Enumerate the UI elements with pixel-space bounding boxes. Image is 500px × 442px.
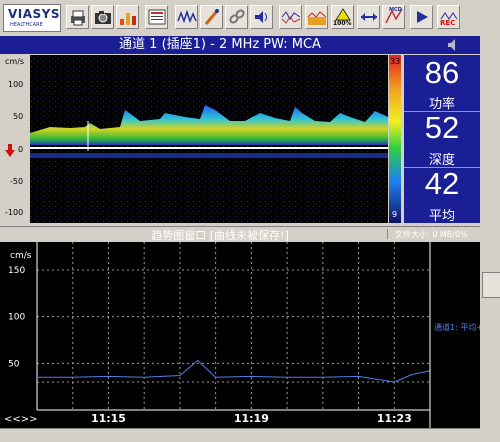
rec-button[interactable]: REC (437, 5, 460, 29)
right-scroll-strip[interactable] (480, 36, 500, 441)
scroll-thumb[interactable] (482, 272, 500, 298)
envelope-button[interactable] (279, 5, 302, 29)
trend-x-tick-label: 11:19 (234, 412, 269, 425)
mcd-button[interactable]: MCD (382, 5, 405, 29)
scale-bottom-label: 9 (392, 210, 398, 219)
power-value: 86 (424, 55, 460, 90)
spectrum-icon (307, 11, 327, 25)
trend-legend: 通道1: 平均+ (434, 322, 480, 332)
trend-title: 趋势图窗口 [曲线未被保存!] (151, 229, 289, 242)
report-button[interactable] (145, 5, 168, 29)
trend-nav-button[interactable]: <<>> (4, 414, 38, 425)
envelope-wave-icon (281, 11, 301, 24)
mean-label: 平均 (428, 209, 455, 224)
link-icon (229, 9, 245, 24)
print-icon (71, 10, 85, 26)
rec-label: REC (440, 19, 456, 27)
channel-chart-icon (120, 13, 136, 25)
spectrum-y-tick: -50 (10, 177, 24, 186)
status-bar (0, 428, 480, 442)
spectrum-y-tick: -100 (5, 208, 24, 217)
trend-cursor-marker (387, 229, 388, 239)
spectrum-y-tick: 50 (13, 112, 24, 121)
trend-y-tick-label: 50 (8, 359, 20, 369)
channel-title: 通道 1 (插座1) - 2 MHz PW: MCA (119, 37, 321, 52)
width-arrows-icon (361, 13, 377, 21)
logo-text: VIASYS (8, 7, 61, 21)
mean-value: 42 (424, 166, 460, 201)
trend-grid (37, 242, 431, 410)
trend-x-tick-label: 11:15 (91, 412, 126, 425)
gain-label: 100% (333, 20, 352, 27)
report-icon (148, 9, 166, 25)
link-button[interactable] (225, 5, 248, 29)
trend-window: cm/s 150 100 50 11:15 11:19 11:23 通道1: 平均+ <… (0, 242, 483, 428)
logo-subtext: HEALTHCARE (10, 22, 43, 28)
spectrum-y-tick: 0 (18, 145, 24, 154)
speaker-icon[interactable] (440, 36, 464, 54)
channel-chart-button[interactable] (116, 5, 139, 29)
marker-pen-icon (204, 9, 219, 25)
waveform-button[interactable] (175, 5, 198, 29)
file-size-label: 文件大小: 0 MB/0% (395, 230, 468, 239)
baseline-marker-icon[interactable] (4, 142, 16, 158)
camera-icon (95, 11, 111, 24)
trend-x-tick-label: 11:23 (377, 412, 412, 425)
trend-y-tick-label: 100 (8, 313, 25, 323)
spectrum-y-unit: cm/s (5, 57, 25, 66)
trend-chart[interactable]: cm/s 150 100 50 11:15 11:19 11:23 通道1: 平均+ <… (0, 242, 483, 428)
mcd-label: MCD (389, 7, 402, 13)
spectrum-button[interactable] (305, 5, 328, 29)
spectrum-y-tick: 100 (8, 80, 24, 89)
readout-panel: 86 功率 52 深度 42 平均 (404, 55, 480, 224)
marker-button[interactable] (200, 5, 223, 29)
trend-y-unit: cm/s (10, 251, 32, 261)
play-button[interactable] (410, 5, 433, 29)
width-button[interactable] (357, 5, 380, 29)
play-icon (417, 11, 428, 23)
print-button[interactable] (66, 5, 89, 29)
snapshot-button[interactable] (91, 5, 114, 29)
trend-y-tick-label: 150 (8, 266, 25, 276)
color-scale-bar (389, 55, 401, 223)
volume-icon (255, 11, 267, 23)
viasys-logo: VIASYS HEALTHCARE (3, 4, 61, 32)
scale-top-label: 33 (390, 57, 401, 66)
waveform-icon (177, 9, 197, 24)
doppler-spectrum[interactable] (30, 55, 388, 223)
depth-value: 52 (424, 110, 460, 145)
volume-button[interactable] (250, 5, 273, 29)
gain-button[interactable]: 100% (331, 5, 354, 29)
